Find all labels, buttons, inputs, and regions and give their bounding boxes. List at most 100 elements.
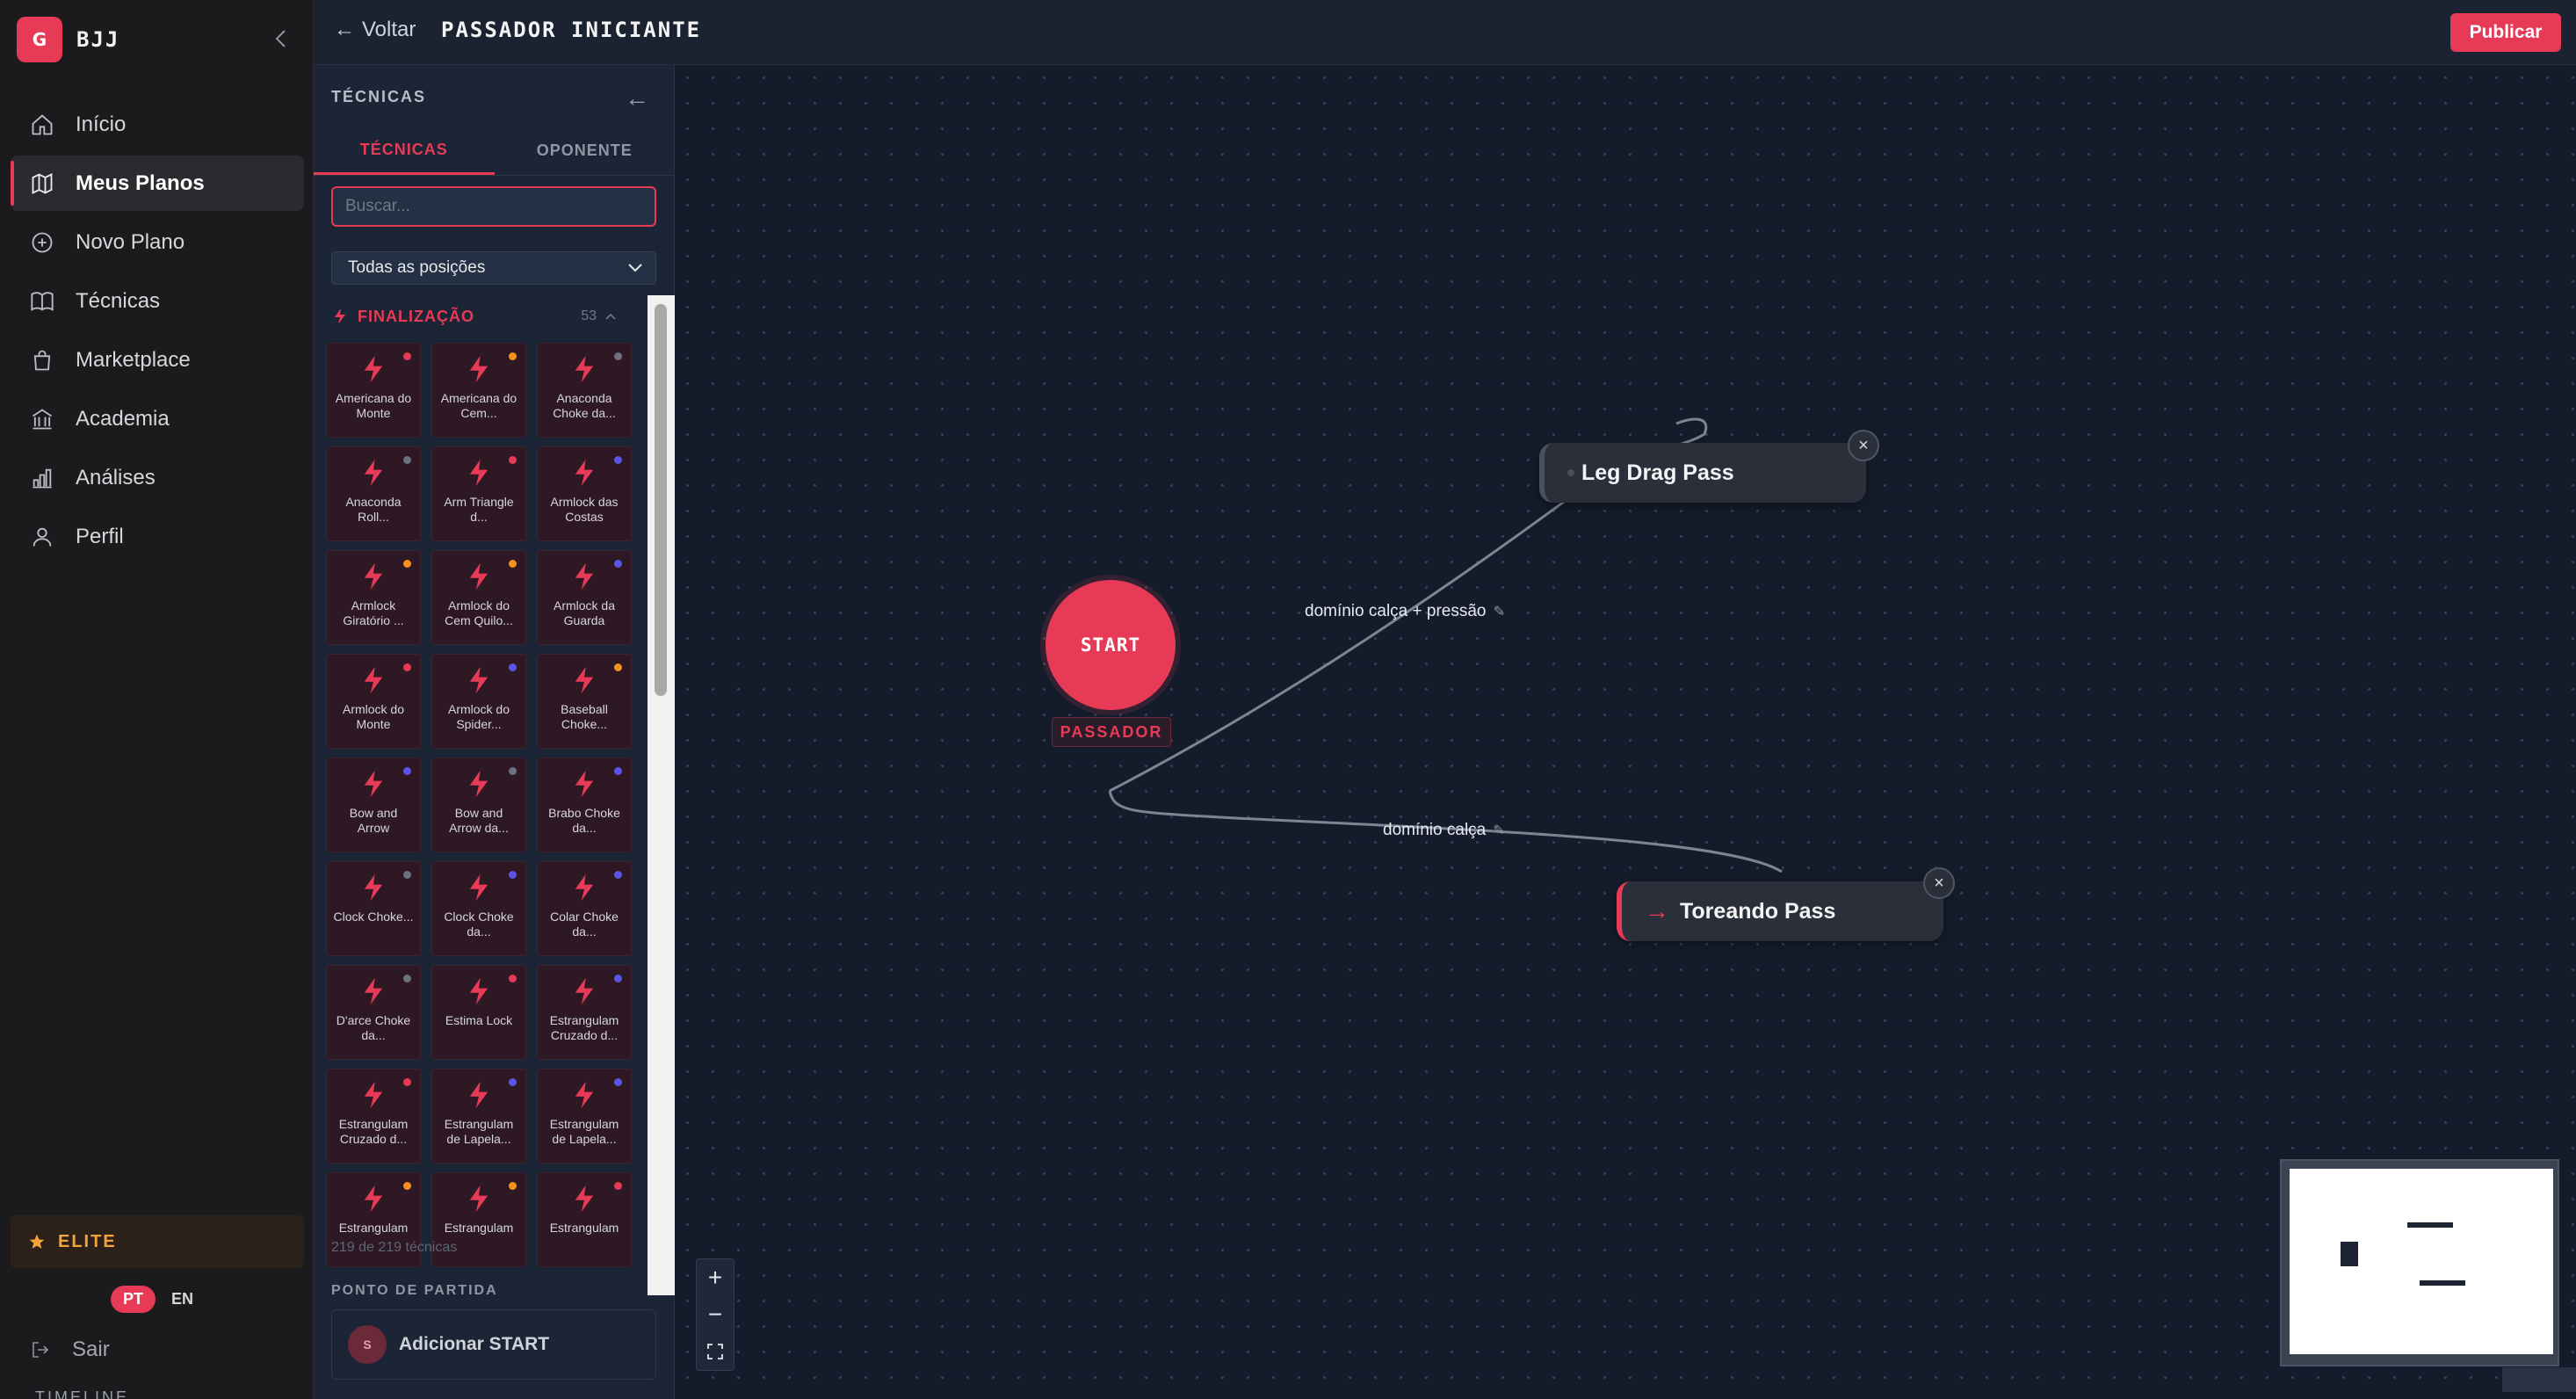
map-icon: [32, 172, 53, 194]
flow-canvas[interactable]: START PASSADOR domínio calça + pressão ✎…: [675, 65, 2576, 1399]
technique-card[interactable]: Arm Triangle d...: [431, 446, 526, 541]
category-count: 53: [581, 308, 597, 323]
zoom-controls: + −: [696, 1258, 734, 1371]
technique-color-dot: [509, 871, 517, 879]
technique-card[interactable]: Bow and Arrow: [326, 757, 421, 852]
node-status-dot: [1567, 469, 1574, 476]
fit-view-icon: [707, 1344, 723, 1359]
elite-badge[interactable]: ELITE: [11, 1215, 304, 1268]
add-start-button[interactable]: S Adicionar START: [331, 1309, 656, 1380]
technique-card[interactable]: Armlock do Cem Quilo...: [431, 550, 526, 645]
bolt-icon: [364, 770, 383, 798]
scrollbar-thumb[interactable]: [655, 304, 667, 696]
technique-card[interactable]: Estrangulam Cruzado d...: [326, 1069, 421, 1163]
brand[interactable]: G BJJ: [17, 17, 119, 62]
technique-color-dot: [403, 767, 411, 775]
sidebar-item-analises[interactable]: Análises: [11, 450, 304, 505]
sidebar-item-novo-plano[interactable]: Novo Plano: [11, 214, 304, 270]
fit-view-button[interactable]: [697, 1333, 734, 1370]
sidebar-item-inicio[interactable]: Início: [11, 97, 304, 152]
technique-label: Bow and Arrow: [349, 806, 398, 835]
technique-card[interactable]: Clock Choke...: [326, 861, 421, 956]
technique-card[interactable]: Brabo Choke da...: [537, 757, 632, 852]
technique-card[interactable]: Estrangulam: [537, 1172, 632, 1267]
technique-label: Anaconda Choke da...: [553, 391, 616, 420]
technique-card[interactable]: Baseball Choke...: [537, 654, 632, 749]
collapse-sidebar-button[interactable]: [264, 21, 299, 56]
technique-card[interactable]: Armlock do Monte: [326, 654, 421, 749]
technique-color-dot: [403, 1078, 411, 1086]
technique-label: Armlock Giratório ...: [343, 598, 404, 627]
add-start-label: Adicionar START: [399, 1334, 550, 1354]
technique-card[interactable]: Armlock das Costas: [537, 446, 632, 541]
bolt-icon: [364, 1081, 383, 1109]
tab-tecnicas[interactable]: TÉCNICAS: [314, 127, 495, 175]
lang-en-button[interactable]: EN: [171, 1290, 193, 1308]
node-close-button[interactable]: ×: [1848, 430, 1879, 461]
start-node[interactable]: START: [1046, 580, 1176, 710]
technique-color-dot: [403, 352, 411, 360]
technique-card[interactable]: Bow and Arrow da...: [431, 757, 526, 852]
technique-card[interactable]: Colar Choke da...: [537, 861, 632, 956]
sidebar-item-marketplace[interactable]: Marketplace: [11, 332, 304, 388]
sidebar-item-academia[interactable]: Academia: [11, 391, 304, 446]
sidebar-item-perfil[interactable]: Perfil: [11, 509, 304, 564]
technique-card[interactable]: D'arce Choke da...: [326, 965, 421, 1060]
search-input[interactable]: [331, 186, 656, 227]
brand-logo: G: [17, 17, 62, 62]
technique-card[interactable]: Anaconda Choke da...: [537, 343, 632, 438]
technique-card[interactable]: Armlock do Spider...: [431, 654, 526, 749]
technique-label: Armlock das Costas: [550, 495, 619, 524]
bolt-icon: [469, 1081, 488, 1109]
brand-name: BJJ: [76, 27, 120, 52]
bolt-icon: [469, 1185, 488, 1213]
zoom-out-button[interactable]: −: [697, 1296, 734, 1333]
node-toreando-pass[interactable]: → Toreando Pass: [1617, 881, 1943, 941]
technique-card[interactable]: Estima Lock: [431, 965, 526, 1060]
sidebar-item-label: Novo Plano: [76, 229, 185, 254]
technique-color-dot: [509, 663, 517, 671]
arrow-right-icon: →: [1645, 897, 1669, 924]
technique-card[interactable]: Armlock Giratório ...: [326, 550, 421, 645]
collapse-panel-button[interactable]: ←: [625, 84, 649, 112]
technique-card[interactable]: Anaconda Roll...: [326, 446, 421, 541]
bolt-icon: [575, 873, 594, 902]
category-header[interactable]: FINALIZAÇÃO 53: [314, 294, 639, 339]
technique-card[interactable]: Clock Choke da...: [431, 861, 526, 956]
back-link[interactable]: ← Voltar: [334, 18, 416, 42]
technique-card[interactable]: Estrangulam de Lapela...: [431, 1069, 526, 1163]
bolt-icon: [575, 770, 594, 798]
lang-pt-button[interactable]: PT: [111, 1286, 156, 1313]
logout-button[interactable]: Sair: [30, 1337, 110, 1362]
technique-label: Baseball Choke...: [561, 702, 608, 731]
technique-card[interactable]: Estrangulam Cruzado d...: [537, 965, 632, 1060]
technique-card[interactable]: Americana do Monte: [326, 343, 421, 438]
star-icon: [29, 1234, 45, 1249]
publish-button[interactable]: Publicar: [2450, 13, 2561, 52]
node-close-button[interactable]: ×: [1923, 867, 1955, 899]
technique-label: Estrangulam: [444, 1221, 514, 1235]
sidebar-item-label: Academia: [76, 406, 170, 431]
technique-card[interactable]: Estrangulam de Lapela...: [537, 1069, 632, 1163]
sidebar-item-tecnicas[interactable]: Técnicas: [11, 273, 304, 329]
technique-card[interactable]: Armlock da Guarda: [537, 550, 632, 645]
pencil-icon: ✎: [1493, 823, 1505, 838]
technique-label: Estima Lock: [445, 1013, 513, 1027]
sidebar-item-label: Marketplace: [76, 347, 191, 372]
minimap[interactable]: [2280, 1159, 2559, 1366]
edge-label-leg-drag[interactable]: domínio calça + pressão ✎: [1305, 602, 1505, 621]
node-leg-drag-pass[interactable]: Leg Drag Pass: [1539, 443, 1866, 503]
bolt-icon: [575, 977, 594, 1005]
bolt-icon: [469, 459, 488, 487]
edge-label-toreando[interactable]: domínio calça ✎: [1383, 821, 1505, 840]
bolt-icon: [469, 873, 488, 902]
technique-card[interactable]: Americana do Cem...: [431, 343, 526, 438]
sidebar-item-meus-planos[interactable]: Meus Planos: [11, 156, 304, 211]
logout-label: Sair: [72, 1337, 110, 1361]
technique-label: Clock Choke da...: [444, 910, 514, 939]
technique-color-dot: [614, 456, 622, 464]
position-filter-select[interactable]: Todas as posições: [331, 251, 656, 285]
technique-color-dot: [403, 456, 411, 464]
zoom-in-button[interactable]: +: [697, 1259, 734, 1296]
tab-oponente[interactable]: OPONENTE: [495, 127, 676, 175]
